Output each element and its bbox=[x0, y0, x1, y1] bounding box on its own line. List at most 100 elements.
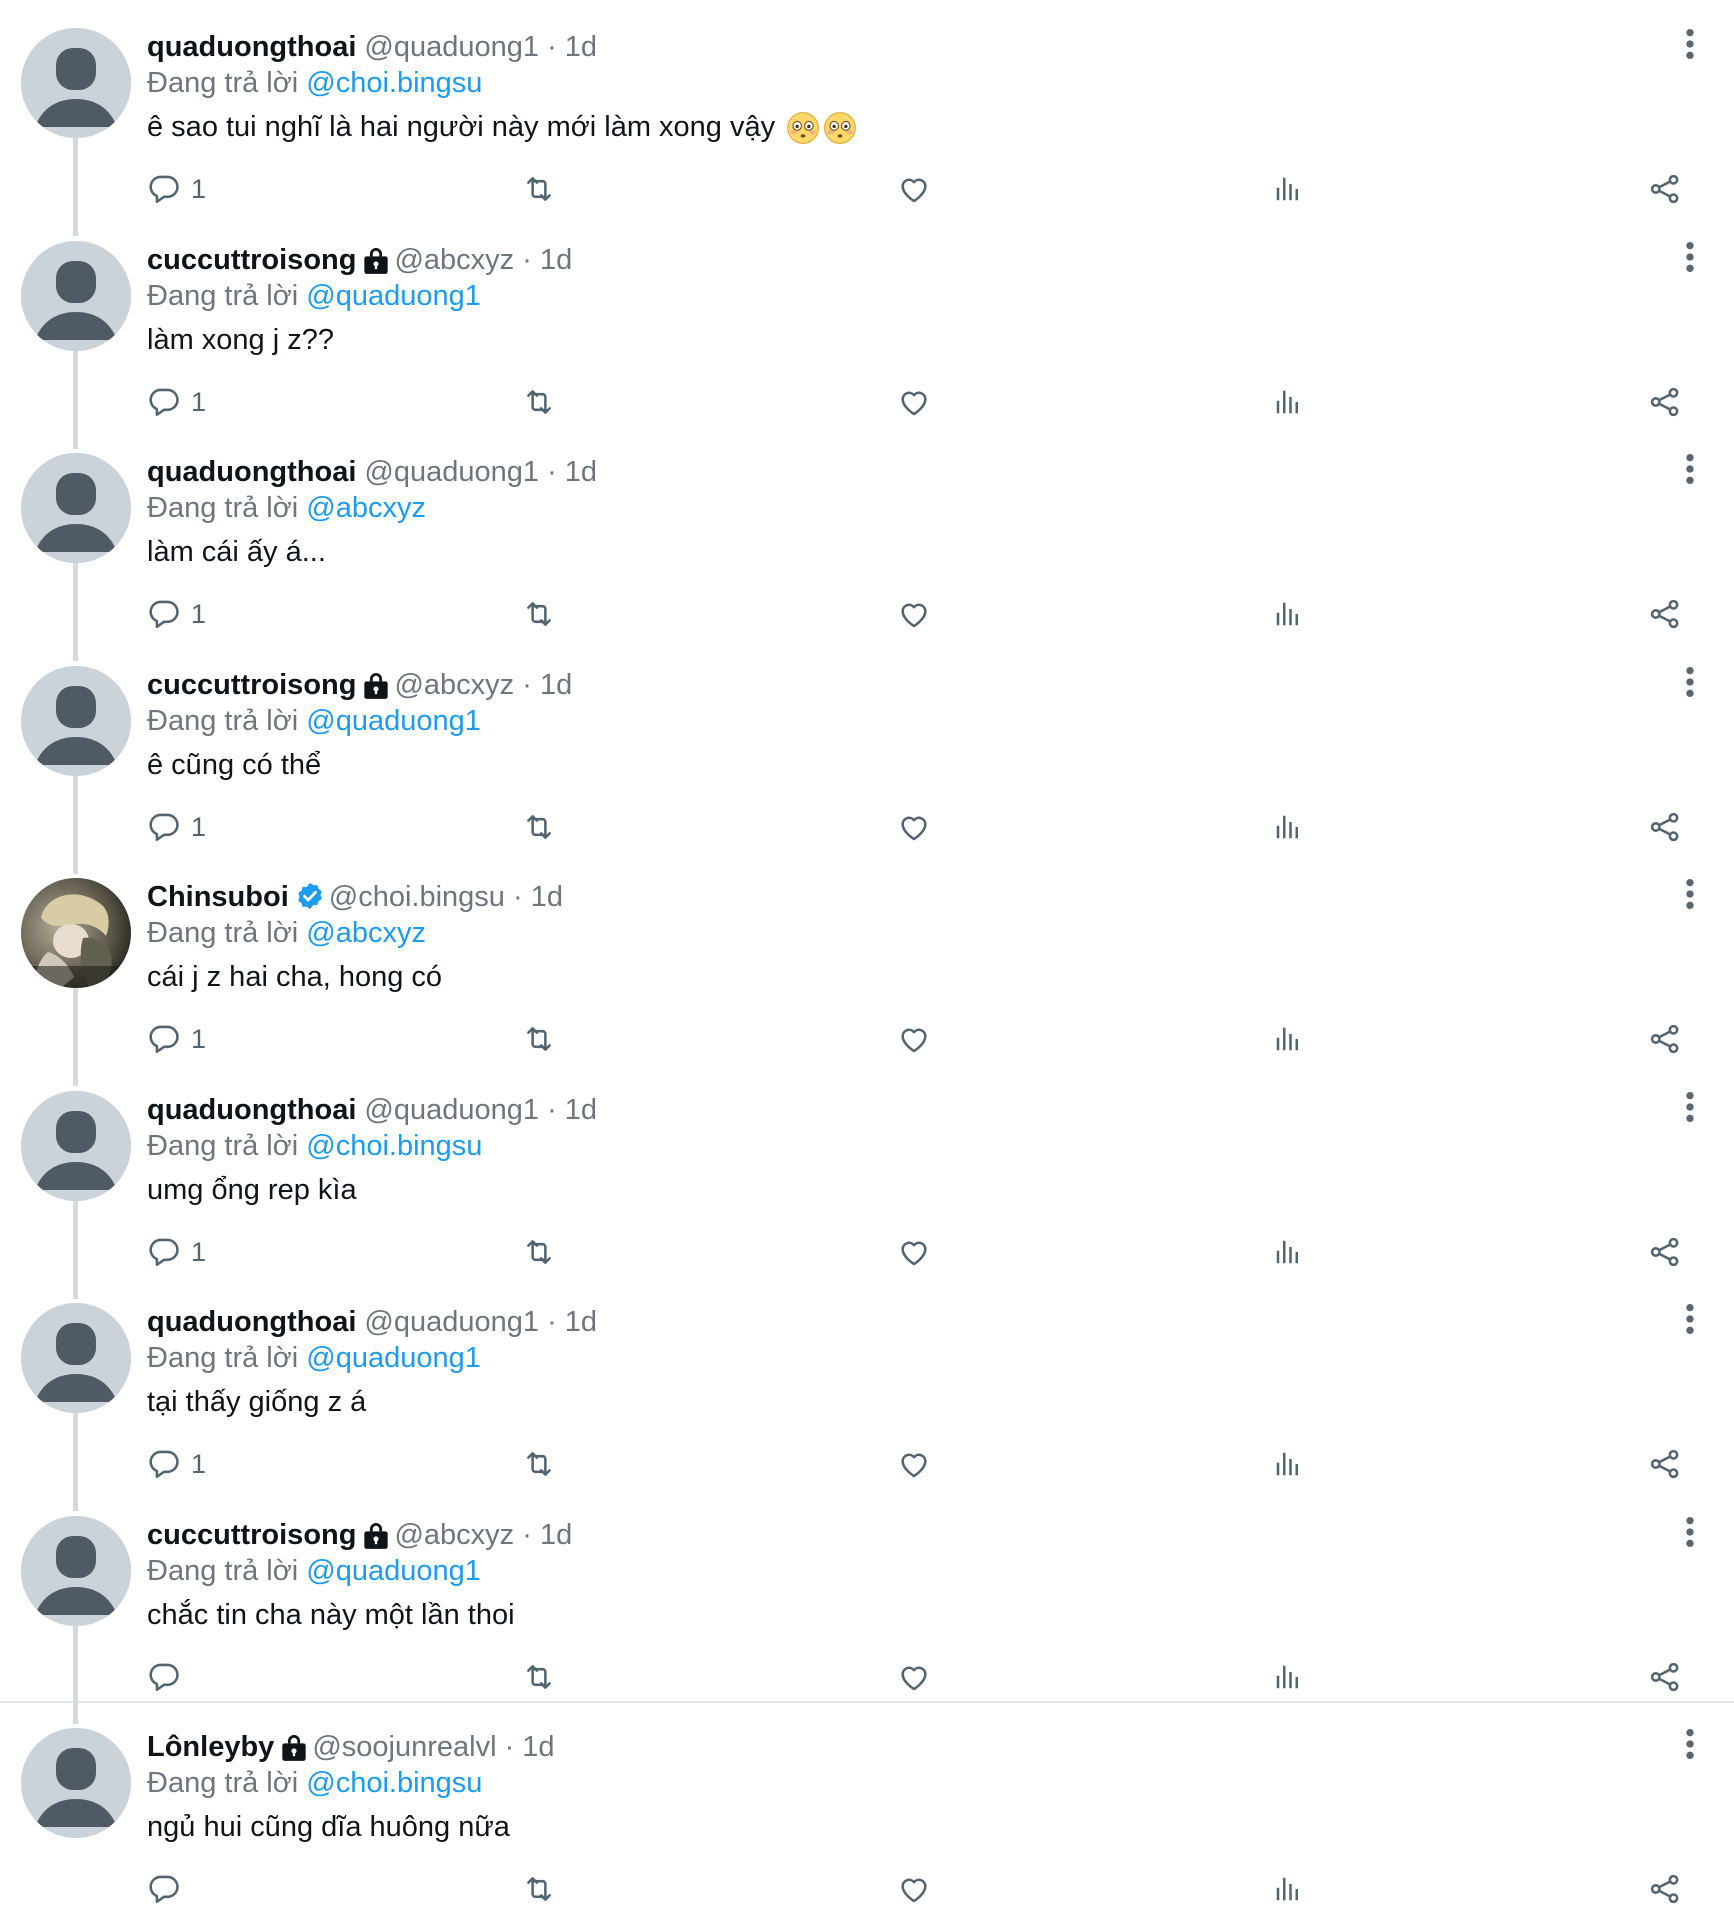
display-name[interactable]: cuccuttroisong bbox=[147, 1519, 356, 1551]
display-name[interactable]: Lônleyby bbox=[147, 1731, 274, 1763]
avatar[interactable] bbox=[21, 28, 131, 138]
like-button[interactable] bbox=[897, 1446, 931, 1482]
timestamp[interactable] bbox=[539, 1094, 547, 1126]
more-vertical-icon[interactable] bbox=[1678, 877, 1702, 911]
handle[interactable]: @abcxyz bbox=[394, 244, 514, 276]
views-button[interactable] bbox=[1273, 1234, 1303, 1270]
more-vertical-icon[interactable] bbox=[1678, 27, 1702, 61]
retweet-button[interactable] bbox=[521, 1871, 557, 1907]
avatar[interactable] bbox=[21, 1728, 131, 1838]
reply-button[interactable]: 1 bbox=[147, 1234, 206, 1270]
like-button[interactable] bbox=[897, 171, 931, 207]
reply-tweet[interactable]: cuccuttroisong @abcxyz · 1d Đang trả lời … bbox=[0, 214, 1734, 449]
mention-link[interactable]: @abcxyz bbox=[306, 492, 426, 524]
share-button[interactable] bbox=[1648, 1871, 1682, 1907]
share-button[interactable] bbox=[1648, 1021, 1682, 1057]
like-button[interactable] bbox=[897, 1659, 931, 1695]
reply-button[interactable]: 1 bbox=[147, 384, 206, 420]
avatar[interactable] bbox=[21, 1091, 131, 1201]
mention-link[interactable]: @choi.bingsu bbox=[306, 1130, 482, 1162]
reply-button[interactable]: 1 bbox=[147, 809, 206, 845]
timestamp-value[interactable]: · 1d bbox=[513, 881, 563, 913]
mention-link[interactable]: @quaduong1 bbox=[306, 1555, 481, 1587]
mention-link[interactable]: @quaduong1 bbox=[306, 1342, 481, 1374]
views-button[interactable] bbox=[1273, 1021, 1303, 1057]
retweet-button[interactable] bbox=[521, 596, 557, 632]
like-button[interactable] bbox=[897, 1021, 931, 1057]
mention-link[interactable]: @choi.bingsu bbox=[306, 1767, 482, 1799]
timestamp-value[interactable]: · 1d bbox=[547, 1306, 597, 1338]
like-button[interactable] bbox=[897, 596, 931, 632]
timestamp-value[interactable]: · 1d bbox=[522, 669, 572, 701]
display-name[interactable]: quaduongthoai bbox=[147, 1094, 356, 1126]
display-name[interactable]: quaduongthoai bbox=[147, 1306, 356, 1338]
views-button[interactable] bbox=[1273, 1446, 1303, 1482]
handle[interactable]: @choi.bingsu bbox=[329, 881, 505, 913]
timestamp[interactable] bbox=[539, 31, 547, 63]
timestamp[interactable] bbox=[539, 1306, 547, 1338]
retweet-button[interactable] bbox=[521, 171, 557, 207]
more-vertical-icon[interactable] bbox=[1678, 1090, 1702, 1124]
like-button[interactable] bbox=[897, 1871, 931, 1907]
more-vertical-icon[interactable] bbox=[1678, 1515, 1702, 1549]
avatar[interactable] bbox=[21, 1516, 131, 1626]
mention-link[interactable]: @quaduong1 bbox=[306, 280, 481, 312]
reply-button[interactable]: 1 bbox=[147, 1446, 206, 1482]
handle[interactable]: @soojunrealvl bbox=[312, 1731, 496, 1763]
timestamp[interactable] bbox=[505, 881, 513, 913]
timestamp-value[interactable]: · 1d bbox=[547, 1094, 597, 1126]
display-name[interactable]: quaduongthoai bbox=[147, 31, 356, 63]
timestamp-value[interactable]: · 1d bbox=[547, 456, 597, 488]
avatar[interactable] bbox=[21, 878, 131, 988]
views-button[interactable] bbox=[1273, 1871, 1303, 1907]
handle[interactable]: @quaduong1 bbox=[364, 456, 539, 488]
views-button[interactable] bbox=[1273, 384, 1303, 420]
share-button[interactable] bbox=[1648, 1659, 1682, 1695]
avatar[interactable] bbox=[21, 666, 131, 776]
retweet-button[interactable] bbox=[521, 384, 557, 420]
mention-link[interactable]: @quaduong1 bbox=[306, 705, 481, 737]
timestamp-value[interactable]: · 1d bbox=[522, 244, 572, 276]
reply-tweet[interactable]: cuccuttroisong @abcxyz · 1d Đang trả lời … bbox=[0, 1489, 1734, 1724]
reply-button[interactable]: 1 bbox=[147, 171, 206, 207]
handle[interactable]: @abcxyz bbox=[394, 669, 514, 701]
reply-tweet[interactable]: quaduongthoai @quaduong1 · 1d Đang trả lờ… bbox=[0, 426, 1734, 661]
reply-tweet[interactable]: quaduongthoai @quaduong1 · 1d Đang trả lờ… bbox=[0, 1276, 1734, 1511]
views-button[interactable] bbox=[1273, 171, 1303, 207]
like-button[interactable] bbox=[897, 809, 931, 845]
more-vertical-icon[interactable] bbox=[1678, 1727, 1702, 1761]
share-button[interactable] bbox=[1648, 596, 1682, 632]
like-button[interactable] bbox=[897, 384, 931, 420]
avatar[interactable] bbox=[21, 1303, 131, 1413]
handle[interactable]: @abcxyz bbox=[394, 1519, 514, 1551]
share-button[interactable] bbox=[1648, 809, 1682, 845]
reply-tweet[interactable]: quaduongthoai @quaduong1 · 1d Đang trả lờ… bbox=[0, 1, 1734, 236]
views-button[interactable] bbox=[1273, 596, 1303, 632]
timestamp[interactable] bbox=[539, 456, 547, 488]
share-button[interactable] bbox=[1648, 171, 1682, 207]
reply-button[interactable] bbox=[147, 1871, 191, 1907]
retweet-button[interactable] bbox=[521, 1659, 557, 1695]
timestamp-value[interactable]: · 1d bbox=[547, 31, 597, 63]
reply-tweet[interactable]: cuccuttroisong @abcxyz · 1d Đang trả lời … bbox=[0, 639, 1734, 874]
reply-tweet[interactable]: Chinsuboi @choi.bingsu · 1d Đang trả lời … bbox=[0, 851, 1734, 1086]
share-button[interactable] bbox=[1648, 1446, 1682, 1482]
share-button[interactable] bbox=[1648, 384, 1682, 420]
mention-link[interactable]: @abcxyz bbox=[306, 917, 426, 949]
share-button[interactable] bbox=[1648, 1234, 1682, 1270]
retweet-button[interactable] bbox=[521, 1446, 557, 1482]
retweet-button[interactable] bbox=[521, 809, 557, 845]
more-vertical-icon[interactable] bbox=[1678, 240, 1702, 274]
more-vertical-icon[interactable] bbox=[1678, 1302, 1702, 1336]
reply-button[interactable]: 1 bbox=[147, 596, 206, 632]
timestamp-value[interactable]: · 1d bbox=[505, 1731, 555, 1763]
handle[interactable]: @quaduong1 bbox=[364, 1094, 539, 1126]
display-name[interactable]: quaduongthoai bbox=[147, 456, 356, 488]
display-name[interactable]: cuccuttroisong bbox=[147, 244, 356, 276]
views-button[interactable] bbox=[1273, 1659, 1303, 1695]
avatar[interactable] bbox=[21, 241, 131, 351]
display-name[interactable]: Chinsuboi bbox=[147, 881, 289, 913]
reply-tweet[interactable]: Lônleyby @soojunrealvl · 1d Đang trả lời … bbox=[0, 1701, 1734, 1913]
avatar[interactable] bbox=[21, 453, 131, 563]
timestamp[interactable] bbox=[497, 1731, 505, 1763]
